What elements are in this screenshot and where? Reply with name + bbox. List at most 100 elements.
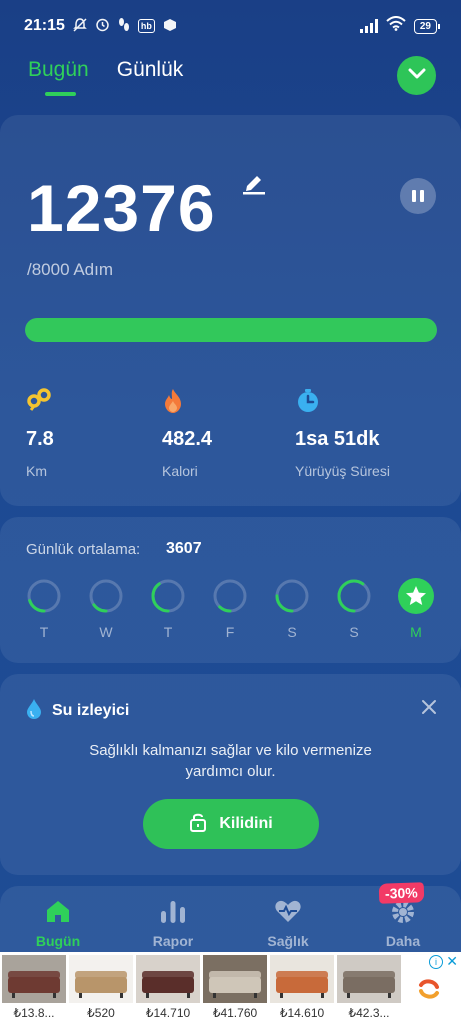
lock-icon	[189, 812, 207, 837]
ad-product-1[interactable]: ₺520	[69, 955, 133, 1023]
unlock-button-label: Kilidini	[219, 815, 273, 832]
battery-indicator: 29	[413, 18, 441, 34]
day-label: T	[39, 624, 49, 640]
water-tracker-description: Sağlıklı kalmanızı sağlar ve kilo vermen…	[89, 742, 372, 780]
clock: 21:15	[24, 17, 65, 34]
discount-badge: -30%	[378, 882, 425, 904]
distance-icon	[26, 388, 54, 414]
day-label: M	[410, 624, 422, 640]
tab-daily[interactable]: Günlük	[117, 58, 184, 96]
stat-duration: 1sa 51dk Yürüyüş Süresi	[295, 388, 390, 479]
water-drop-icon	[26, 698, 42, 725]
package-icon	[163, 18, 177, 35]
star-icon	[398, 578, 434, 614]
ad-info-icon[interactable]: i	[429, 955, 443, 969]
hb-app-icon: hb	[137, 19, 155, 33]
flame-icon	[162, 388, 212, 414]
ad-close-icon[interactable]: ✕	[446, 953, 458, 970]
product-image	[203, 955, 267, 1003]
stat-label: Yürüyüş Süresi	[295, 463, 390, 479]
pause-icon	[412, 190, 416, 202]
nav-label: Sağlık	[267, 933, 309, 949]
steps-goal: /8000 Adım	[27, 260, 114, 279]
alarm-icon	[95, 17, 110, 35]
footsteps-icon	[118, 17, 130, 35]
ad-banner[interactable]: ₺13.8... ₺520 ₺14.710 ₺41.760 ₺14.610 ₺42.3..…	[0, 952, 461, 1024]
day-label: S	[349, 624, 359, 640]
top-tabs: Bugün Günlük	[28, 58, 183, 96]
day-progress-1[interactable]: W	[88, 578, 124, 640]
day-progress-6[interactable]: M	[398, 578, 434, 640]
ad-product-4[interactable]: ₺14.610	[270, 955, 334, 1023]
product-image	[2, 955, 66, 1003]
stat-calories: 482.4 Kalori	[162, 388, 212, 479]
ad-product-3[interactable]: ₺41.760	[203, 955, 267, 1023]
day-ring	[213, 579, 247, 613]
tab-today[interactable]: Bugün	[28, 58, 89, 96]
ad-product-5[interactable]: ₺42.3...	[337, 955, 401, 1023]
day-progress-4[interactable]: S	[274, 578, 310, 640]
product-price: ₺41.760	[203, 1003, 267, 1023]
product-price: ₺42.3...	[337, 1003, 401, 1023]
day-ring	[151, 579, 185, 613]
daily-average-value: 3607	[166, 540, 202, 557]
nav-item-today[interactable]: Bugün	[13, 899, 103, 949]
day-progress-3[interactable]: F	[212, 578, 248, 640]
day-ring	[89, 579, 123, 613]
stopwatch-icon	[295, 388, 390, 414]
product-image	[337, 955, 401, 1003]
mute-bell-icon	[73, 17, 87, 35]
stat-value: 7.8	[26, 428, 54, 450]
collapse-button[interactable]	[397, 56, 436, 95]
steps-card: 12376 /8000 Adım 7.8 Km 482.4 Kalori 1sa…	[0, 115, 461, 506]
product-price: ₺520	[69, 1003, 133, 1023]
water-tracker-card: Su izleyici Sağlıklı kalmanızı sağlar ve…	[0, 674, 461, 875]
day-label: F	[225, 624, 235, 640]
bar-chart-icon	[128, 899, 218, 925]
close-icon[interactable]	[420, 698, 438, 721]
chevron-down-icon	[408, 67, 426, 85]
day-label: T	[163, 624, 173, 640]
product-price: ₺14.710	[136, 1003, 200, 1023]
wifi-icon	[386, 16, 406, 36]
water-tracker-title: Su izleyici	[52, 702, 130, 719]
day-label: W	[99, 624, 113, 640]
nav-label: Rapor	[152, 933, 194, 949]
stat-label: Km	[26, 463, 47, 479]
day-progress-0[interactable]: T	[26, 578, 62, 640]
nav-item-more[interactable]: Daha	[358, 899, 448, 949]
steps-count: 12376	[27, 171, 216, 245]
nav-item-health[interactable]: Sağlık	[243, 899, 333, 949]
stat-label: Kalori	[162, 463, 198, 479]
product-image	[69, 955, 133, 1003]
stat-value: 1sa 51dk	[295, 428, 380, 450]
weekly-card: Günlük ortalama: 3607 T W T F S S M	[0, 517, 461, 663]
nav-label: Daha	[385, 933, 421, 949]
edit-goal-icon[interactable]	[241, 172, 267, 201]
day-progress-2[interactable]: T	[150, 578, 186, 640]
stat-value: 482.4	[162, 428, 213, 450]
day-ring	[275, 579, 309, 613]
day-label: S	[287, 624, 297, 640]
ad-product-2[interactable]: ₺14.710	[136, 955, 200, 1023]
unlock-button[interactable]: Kilidini	[143, 799, 319, 849]
steps-progress-fill	[25, 318, 437, 342]
ad-product-0[interactable]: ₺13.8...	[2, 955, 66, 1023]
day-ring	[337, 579, 371, 613]
daily-average-label: Günlük ortalama:	[26, 541, 141, 558]
product-price: ₺14.610	[270, 1003, 334, 1023]
day-ring	[27, 579, 61, 613]
signal-icon	[359, 19, 378, 33]
product-image	[136, 955, 200, 1003]
pause-button[interactable]	[400, 178, 436, 214]
day-progress-5[interactable]: S	[336, 578, 372, 640]
heart-pulse-icon	[243, 899, 333, 925]
nav-item-report[interactable]: Rapor	[128, 899, 218, 949]
nav-label: Bugün	[35, 933, 81, 949]
stat-distance: 7.8 Km	[26, 388, 54, 479]
status-bar: 21:15 hb 29	[0, 0, 461, 52]
home-icon	[13, 899, 103, 925]
product-image	[270, 955, 334, 1003]
steps-progress-bar	[25, 318, 437, 342]
product-price: ₺13.8...	[2, 1003, 66, 1023]
